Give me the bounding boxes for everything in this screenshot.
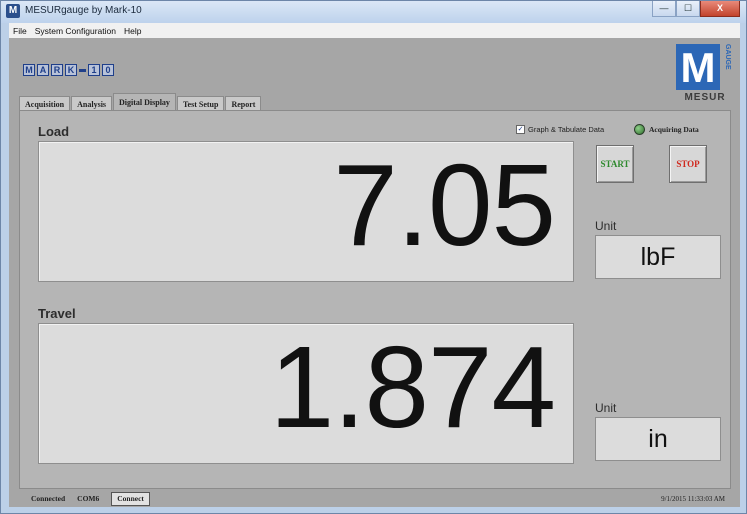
- close-button[interactable]: X: [700, 1, 740, 17]
- logo-letter: 0: [102, 64, 114, 76]
- logo-letter: M: [23, 64, 35, 76]
- connect-button[interactable]: Connect: [111, 491, 150, 506]
- menu-system-configuration[interactable]: System Configuration: [31, 26, 120, 36]
- acquiring-label: Acquiring Data: [649, 125, 699, 134]
- travel-unit-label: Unit: [595, 401, 617, 415]
- logo-letter: K: [65, 64, 77, 76]
- travel-unit-value: in: [595, 417, 721, 461]
- mesur-m-mark: M: [676, 44, 720, 91]
- menu-help[interactable]: Help: [120, 26, 145, 36]
- app-icon: M: [6, 4, 20, 18]
- digital-display-panel: Load 7.05 ✓ Graph & Tabulate Data Acquir…: [19, 110, 731, 489]
- logo-letter: 1: [88, 64, 100, 76]
- window-title: MESURgauge by Mark-10: [25, 5, 142, 16]
- maximize-button[interactable]: ☐: [676, 1, 700, 17]
- load-label: Load: [38, 124, 70, 139]
- menu-file[interactable]: File: [9, 26, 31, 36]
- logo-dash: [79, 69, 86, 72]
- minimize-button[interactable]: —: [652, 1, 676, 17]
- logo-letter: R: [51, 64, 63, 76]
- acquiring-indicator: Acquiring Data: [634, 124, 699, 135]
- timestamp: 9/1/2015 11:33:03 AM: [661, 494, 725, 503]
- travel-value: 1.874: [269, 322, 556, 452]
- start-button[interactable]: START: [596, 145, 634, 183]
- logo-letter: A: [37, 64, 49, 76]
- title-bar[interactable]: M MESURgauge by Mark-10 — ☐ X: [1, 1, 746, 23]
- status-bar: Connected COM6 Connect 9/1/2015 11:33:03…: [19, 491, 731, 506]
- status-led-icon: [634, 124, 645, 135]
- graph-tabulate-checkbox[interactable]: ✓ Graph & Tabulate Data: [516, 125, 604, 134]
- menu-bar: File System Configuration Help: [9, 23, 740, 38]
- travel-label: Travel: [38, 306, 76, 321]
- travel-display: 1.874: [38, 322, 574, 464]
- gauge-vertical-text: GAUGE: [722, 44, 732, 90]
- load-display: 7.05: [38, 140, 574, 282]
- mark-10-logo: M A R K 1 0: [23, 64, 114, 76]
- gauge-word: GAUGE: [724, 44, 731, 70]
- mesur-word: MESUR: [684, 92, 726, 103]
- connection-status: Connected: [31, 494, 66, 503]
- checkbox-box[interactable]: ✓: [516, 125, 525, 134]
- load-value: 7.05: [333, 140, 556, 270]
- com-port: COM6: [77, 494, 100, 503]
- stop-button[interactable]: STOP: [669, 145, 707, 183]
- graph-tabulate-label: Graph & Tabulate Data: [528, 125, 605, 134]
- load-unit-value: lbF: [595, 235, 721, 279]
- app-window: M MESURgauge by Mark-10 — ☐ X File Syste…: [0, 0, 747, 514]
- window-controls: — ☐ X: [652, 1, 740, 19]
- mesurgauge-logo: M GAUGE MESUR: [676, 44, 734, 106]
- client-area: M A R K 1 0 M GAUGE MESUR Acquisition An…: [9, 38, 740, 507]
- load-unit-label: Unit: [595, 219, 617, 233]
